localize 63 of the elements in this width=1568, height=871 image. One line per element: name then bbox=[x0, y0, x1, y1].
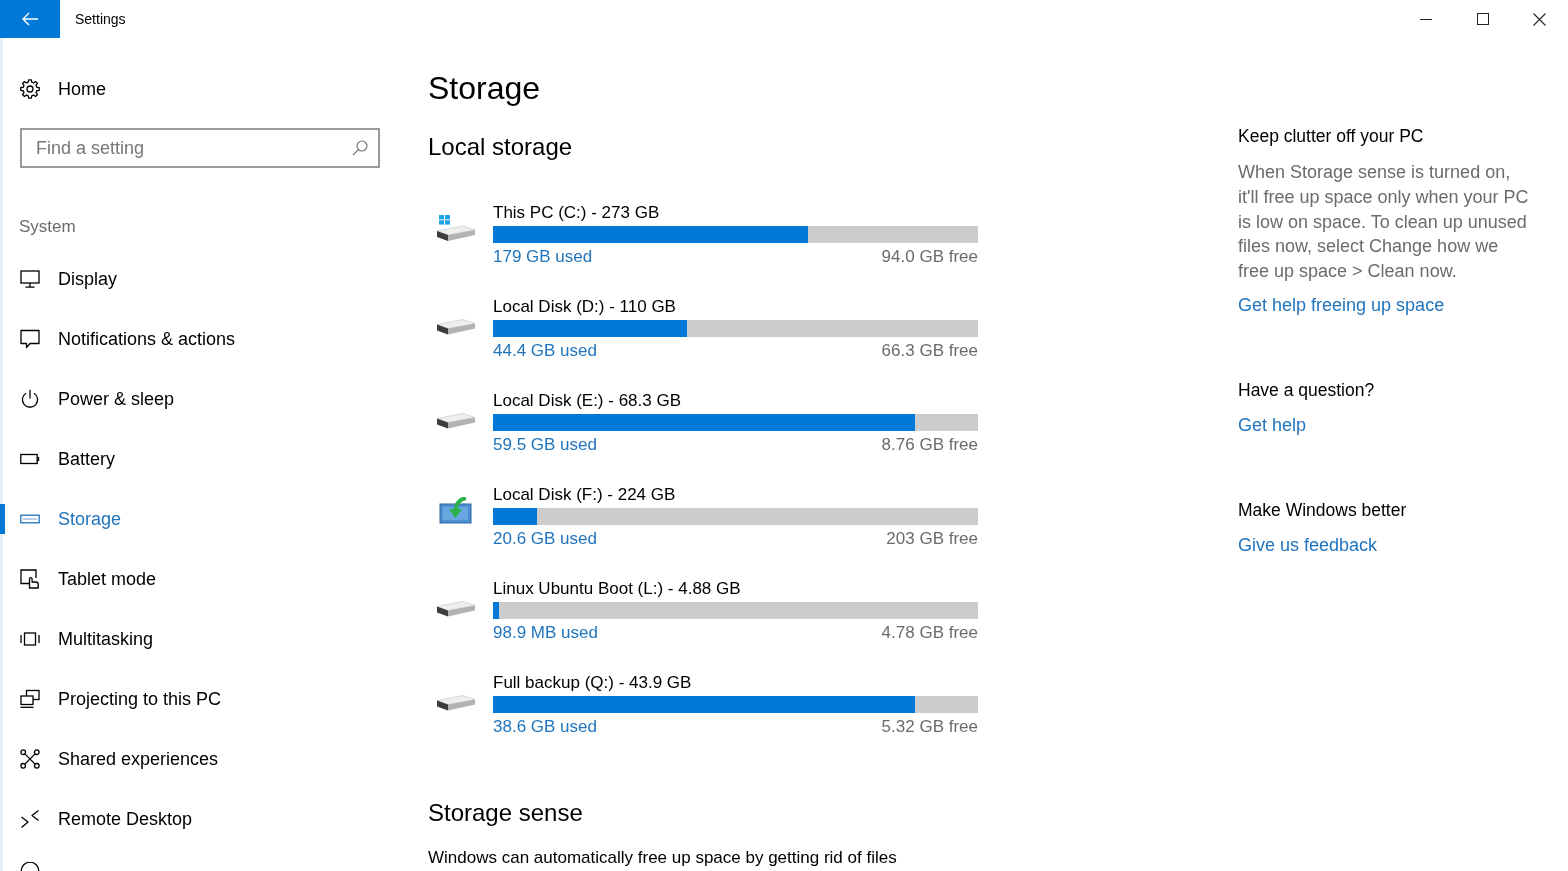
nodes-icon bbox=[20, 749, 40, 769]
drive-icon bbox=[436, 601, 476, 617]
used-space: 98.9 MB used bbox=[493, 622, 598, 644]
page-title: Storage bbox=[428, 69, 541, 108]
free-space: 94.0 GB free bbox=[881, 246, 978, 268]
section-title: Storage sense bbox=[428, 798, 583, 828]
windows-stack-icon bbox=[20, 629, 40, 649]
screens-icon bbox=[20, 689, 40, 709]
arrow-left-icon bbox=[22, 12, 38, 26]
search-icon bbox=[352, 140, 368, 156]
section-title: Local storage bbox=[428, 132, 573, 162]
power-icon bbox=[20, 389, 40, 409]
home-link[interactable]: Home bbox=[0, 65, 400, 113]
help-link[interactable]: Give us feedback bbox=[1238, 533, 1378, 556]
drive-name: Local Disk (E:) - 68.3 GB bbox=[493, 390, 681, 412]
help-heading: Have a question? bbox=[1238, 378, 1375, 401]
minimize-icon bbox=[1419, 18, 1432, 20]
help-link[interactable]: Get help freeing up space bbox=[1238, 293, 1445, 316]
free-space: 5.32 GB free bbox=[881, 716, 978, 738]
speech-bubble-icon bbox=[20, 329, 40, 349]
monitor-icon bbox=[20, 269, 40, 289]
section-description: Windows can automatically free up space by getting rid of files bbox=[428, 847, 897, 869]
help-text: When Storage sense is turned on, it'll free up space only when your PC is low on space. To clean up unused files now, select Change how we free up space > Clean now. bbox=[1238, 161, 1530, 283]
drive-icon bbox=[436, 695, 476, 711]
help-link[interactable]: Get help bbox=[1238, 413, 1307, 436]
nav-item[interactable]: Power & sleep bbox=[0, 369, 400, 429]
chevrons-icon bbox=[20, 809, 40, 829]
nav-item[interactable]: Multitasking bbox=[0, 609, 400, 669]
drive-name: Linux Ubuntu Boot (L:) - 4.88 GB bbox=[493, 578, 741, 600]
drive-name: Local Disk (F:) - 224 GB bbox=[493, 484, 676, 506]
back-button[interactable] bbox=[0, 0, 60, 38]
nav-item[interactable]: Notifications & actions bbox=[0, 309, 400, 369]
drive-name: This PC (C:) - 273 GB bbox=[493, 202, 660, 224]
windows-drive-icon bbox=[436, 215, 476, 241]
free-space: 203 GB free bbox=[886, 528, 978, 550]
nav-item[interactable]: Display bbox=[0, 249, 400, 309]
nav-item[interactable]: Tablet mode bbox=[0, 549, 400, 609]
drive-icon bbox=[436, 413, 476, 429]
drive-icon bbox=[436, 319, 476, 335]
search-field[interactable]: Find a setting bbox=[20, 128, 380, 168]
used-space: 59.5 GB used bbox=[493, 434, 597, 456]
nav-item[interactable]: Shared experiences bbox=[0, 729, 400, 789]
used-space: 179 GB used bbox=[493, 246, 593, 268]
window-title: Settings bbox=[75, 11, 126, 27]
nav-item[interactable]: Battery bbox=[0, 429, 400, 489]
used-space: 20.6 GB used bbox=[493, 528, 597, 550]
maximize-icon bbox=[1476, 13, 1489, 25]
drive-name: Full backup (Q:) - 43.9 GB bbox=[493, 672, 692, 694]
gear-icon bbox=[20, 79, 40, 99]
help-heading: Keep clutter off your PC bbox=[1238, 125, 1424, 147]
free-space: 66.3 GB free bbox=[881, 340, 978, 362]
nav-item[interactable]: Remote Desktop bbox=[0, 789, 400, 849]
tablet-touch-icon bbox=[20, 569, 40, 589]
used-space: 44.4 GB used bbox=[493, 340, 597, 362]
used-space: 38.6 GB used bbox=[493, 716, 597, 738]
free-space: 4.78 GB free bbox=[881, 622, 978, 644]
nav-item[interactable]: Storage bbox=[0, 489, 400, 549]
free-space: 8.76 GB free bbox=[881, 434, 978, 456]
close-icon bbox=[1533, 12, 1546, 26]
help-heading: Make Windows better bbox=[1238, 498, 1407, 521]
nav-item[interactable]: Projecting to this PC bbox=[0, 669, 400, 729]
drive-name: Local Disk (D:) - 110 GB bbox=[493, 296, 676, 318]
group-label: System bbox=[18, 216, 77, 238]
